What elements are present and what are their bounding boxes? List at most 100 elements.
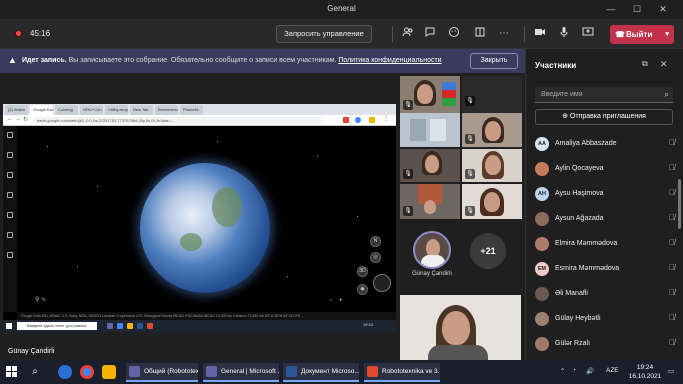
participant-row[interactable]: Aylin Qocayeva 🎙̸ bbox=[535, 158, 675, 180]
back-icon[interactable]: ← bbox=[7, 116, 13, 122]
taskbar-app-button[interactable]: Robototexnika ve 3... bbox=[364, 363, 440, 382]
leave-button[interactable]: ☎ Выйти ▾ bbox=[610, 25, 674, 44]
mic-off-icon[interactable]: 🎙̸ bbox=[669, 338, 675, 347]
browser-tab[interactable]: Google Earth bbox=[30, 105, 53, 115]
presenter-video[interactable] bbox=[400, 295, 521, 360]
reactions-icon[interactable] bbox=[446, 26, 462, 42]
system-clock[interactable]: 19:24 16.10.2021 bbox=[625, 363, 665, 381]
mic-off-icon[interactable]: 🎙̸ bbox=[669, 138, 675, 147]
participant-row[interactable]: Gülay Heybətli 🎙̸ bbox=[535, 308, 675, 330]
video-tile[interactable]: 🎙 bbox=[400, 76, 460, 113]
chevron-down-icon[interactable]: ▾ bbox=[665, 25, 669, 44]
notifications-icon[interactable]: ▭ bbox=[668, 367, 674, 375]
profile-icon[interactable] bbox=[355, 117, 361, 123]
voyager-icon[interactable] bbox=[7, 172, 13, 178]
extension-icon[interactable] bbox=[343, 117, 349, 123]
browser-tab[interactable]: GRU+Con bbox=[80, 105, 103, 115]
browser-tab[interactable]: Phonefix bbox=[180, 105, 203, 115]
zoom-out-icon[interactable]: − bbox=[329, 298, 333, 304]
video-tile[interactable]: 🎙 bbox=[462, 149, 522, 182]
mic-off-icon[interactable]: 🎙̸ bbox=[669, 238, 675, 247]
mic-off-icon[interactable]: 🎙̸ bbox=[669, 188, 675, 197]
close-window-button[interactable]: ✕ bbox=[656, 2, 670, 16]
mic-off-icon[interactable]: 🎙̸ bbox=[669, 163, 675, 172]
video-tile[interactable]: 🎙 bbox=[462, 76, 522, 113]
language-indicator[interactable]: AZE bbox=[606, 367, 619, 374]
breakout-icon[interactable] bbox=[472, 26, 488, 42]
close-icon[interactable]: ✕ bbox=[660, 59, 668, 70]
participant-row[interactable]: EM Esmira Məmmədova 🎙̸ bbox=[535, 258, 675, 280]
search-icon[interactable]: ⌕ bbox=[28, 365, 42, 379]
taskbar-app-button[interactable]: Документ Microso... bbox=[283, 363, 359, 382]
camera-icon[interactable] bbox=[532, 26, 548, 42]
share-screen-icon[interactable] bbox=[580, 26, 596, 42]
dice-icon[interactable] bbox=[7, 192, 13, 198]
chat-icon[interactable] bbox=[422, 26, 438, 42]
edge-icon[interactable] bbox=[58, 365, 72, 379]
pegman-icon[interactable]: ◎ bbox=[370, 252, 381, 263]
search-icon[interactable] bbox=[7, 152, 13, 158]
chrome-icon[interactable] bbox=[80, 365, 94, 379]
tray-chevron-icon[interactable]: ⌃ bbox=[560, 367, 565, 375]
earth-viewport[interactable]: N ◎ 3D ◉ − + ⚲ ∿ bbox=[17, 126, 396, 312]
request-control-button[interactable]: Запросить управление bbox=[276, 25, 372, 43]
forward-icon[interactable]: → bbox=[15, 116, 21, 122]
participant-row[interactable]: AH Aysu Haşimova 🎙̸ bbox=[535, 183, 675, 205]
mic-off-icon[interactable]: 🎙̸ bbox=[669, 288, 675, 297]
measure-icon[interactable] bbox=[7, 252, 13, 258]
location-icon[interactable]: ◉ bbox=[357, 284, 368, 295]
menu-icon[interactable] bbox=[7, 132, 13, 138]
menu-icon[interactable]: ⋮ bbox=[383, 115, 389, 122]
microphone-icon[interactable] bbox=[556, 26, 572, 42]
video-tile[interactable]: 🎙 bbox=[400, 184, 460, 219]
participant-search-input[interactable]: Введите имя ⌕ bbox=[535, 87, 673, 103]
pop-out-icon[interactable]: ⧉ bbox=[642, 59, 648, 69]
more-participants-button[interactable]: +21 bbox=[470, 233, 506, 269]
reload-icon[interactable]: ↻ bbox=[23, 116, 28, 123]
place-marker-icon[interactable]: ⚲ ∿ bbox=[35, 296, 46, 303]
avatar[interactable] bbox=[413, 231, 451, 269]
maximize-button[interactable]: ☐ bbox=[630, 2, 644, 16]
mic-off-icon[interactable]: 🎙̸ bbox=[669, 313, 675, 322]
browser-tab[interactable]: Лабораторн bbox=[105, 105, 128, 115]
volume-icon[interactable]: 🔊 bbox=[586, 367, 594, 375]
participant-row[interactable]: Gülər Rzalı 🎙̸ bbox=[535, 333, 675, 355]
network-icon[interactable]: ◔ bbox=[572, 367, 576, 374]
panel-scrollbar[interactable] bbox=[678, 179, 681, 229]
earth-globe[interactable] bbox=[140, 163, 270, 293]
taskbar-app-button[interactable]: Общий (Robototex... bbox=[126, 363, 198, 382]
banner-close-button[interactable]: Закрыть bbox=[470, 53, 518, 69]
video-tile[interactable]: 🎙 bbox=[400, 149, 460, 182]
participants-icon[interactable] bbox=[400, 26, 416, 42]
file-explorer-icon[interactable] bbox=[102, 365, 116, 379]
participant-row[interactable]: Əli Manafli 🎙̸ bbox=[535, 283, 675, 305]
url-field[interactable]: earth.google.com/web/@0,-0.0,0a,22251752… bbox=[33, 117, 323, 124]
mic-off-icon[interactable]: 🎙̸ bbox=[669, 213, 675, 222]
participant-row[interactable]: Aysun Ağazada 🎙̸ bbox=[535, 208, 675, 230]
browser-tab[interactable]: Бесплатно bbox=[155, 105, 178, 115]
video-tile[interactable]: 🎙 bbox=[462, 113, 522, 147]
clock-date: 16.10.2021 bbox=[628, 373, 662, 380]
mic-off-icon[interactable]: 🎙̸ bbox=[669, 263, 675, 272]
compass-icon[interactable]: N bbox=[370, 236, 381, 247]
windows-start-icon[interactable] bbox=[6, 366, 18, 378]
avatar bbox=[535, 337, 549, 351]
send-invite-button[interactable]: ⊕ Отправка приглашения bbox=[535, 109, 673, 125]
participant-row[interactable]: Elmira Məmmədova 🎙̸ bbox=[535, 233, 675, 255]
participant-row[interactable]: AA Amaliya Abbaszade 🎙̸ bbox=[535, 133, 675, 155]
taskbar-app-button[interactable]: General | Microsoft ... bbox=[203, 363, 279, 382]
map-style-icon[interactable] bbox=[7, 232, 13, 238]
more-options-icon[interactable]: ⋯ bbox=[496, 26, 512, 42]
extension-icon[interactable] bbox=[369, 117, 375, 123]
video-tile[interactable] bbox=[400, 113, 460, 147]
zoom-in-icon[interactable]: + bbox=[339, 298, 343, 304]
navigation-dial[interactable] bbox=[373, 274, 391, 292]
browser-tab[interactable]: Coloring bbox=[55, 105, 78, 115]
video-tile[interactable]: 🎙 bbox=[462, 184, 522, 219]
privacy-link[interactable]: Политика конфиденциальности bbox=[338, 57, 441, 64]
3d-toggle-button[interactable]: 3D bbox=[357, 266, 368, 277]
minimize-button[interactable]: — bbox=[604, 2, 618, 16]
browser-tab[interactable]: (2) Watch bbox=[5, 105, 28, 115]
browser-tab[interactable]: New Tab bbox=[130, 105, 153, 115]
projects-icon[interactable] bbox=[7, 212, 13, 218]
